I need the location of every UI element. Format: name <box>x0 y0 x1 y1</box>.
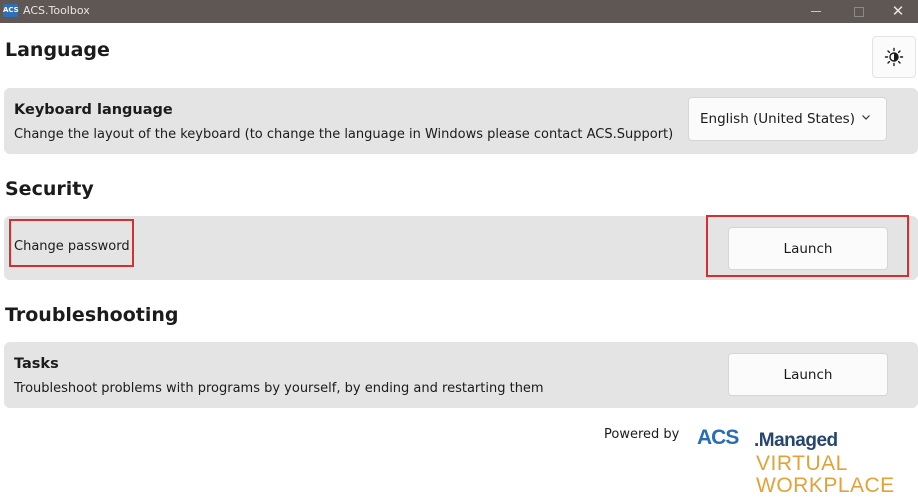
security-heading: Security <box>5 178 94 200</box>
maximize-icon <box>854 6 864 17</box>
window-title: ACS.Toolbox <box>23 4 90 17</box>
sun-icon <box>884 47 904 67</box>
highlight-box <box>9 219 134 267</box>
chevron-down-icon <box>862 115 870 120</box>
logo-acs-text: ACS <box>697 426 739 449</box>
tasks-title: Tasks <box>14 356 59 372</box>
keyboard-language-description: Change the layout of the keyboard (to ch… <box>14 127 674 142</box>
powered-by-text: Powered by <box>604 427 680 442</box>
language-heading: Language <box>5 39 110 61</box>
tasks-launch-button[interactable]: Launch <box>728 353 888 396</box>
keyboard-language-title: Keyboard language <box>14 102 173 118</box>
close-button[interactable]: ✕ <box>875 0 918 23</box>
minimize-icon <box>811 11 821 12</box>
minimize-button[interactable] <box>793 0 839 23</box>
logo-managed-text: .Managed <box>754 430 838 451</box>
title-bar: ACS ACS.Toolbox ✕ <box>0 0 918 23</box>
logo-virtual-text: VIRTUAL <box>756 452 848 475</box>
app-icon: ACS <box>3 4 19 17</box>
tasks-description: Troubleshoot problems with programs by y… <box>14 381 544 396</box>
logo-workplace-text: WORKPLACE <box>756 474 895 497</box>
keyboard-language-dropdown[interactable]: English (United States) <box>688 97 887 141</box>
highlight-box <box>706 215 909 277</box>
keyboard-language-selected: English (United States) <box>700 111 855 127</box>
close-icon: ✕ <box>891 2 905 20</box>
theme-toggle-button[interactable] <box>872 36 916 78</box>
troubleshooting-heading: Troubleshooting <box>5 304 179 326</box>
